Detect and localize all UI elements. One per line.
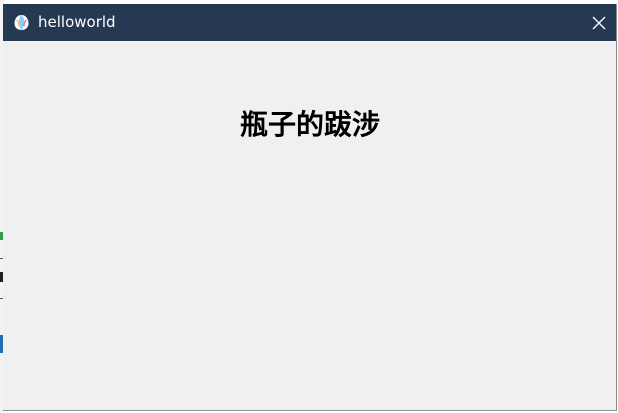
page-heading: 瓶子的跋涉 [239, 108, 380, 141]
window-title: helloworld [38, 13, 116, 31]
title-bar[interactable]: helloworld [3, 4, 616, 41]
close-button[interactable] [581, 4, 616, 41]
app-logo-icon [13, 14, 30, 31]
close-icon [592, 16, 606, 30]
client-area: 瓶子的跋涉 [3, 41, 616, 410]
app-window: helloworld 瓶子的跋涉 [3, 4, 617, 411]
